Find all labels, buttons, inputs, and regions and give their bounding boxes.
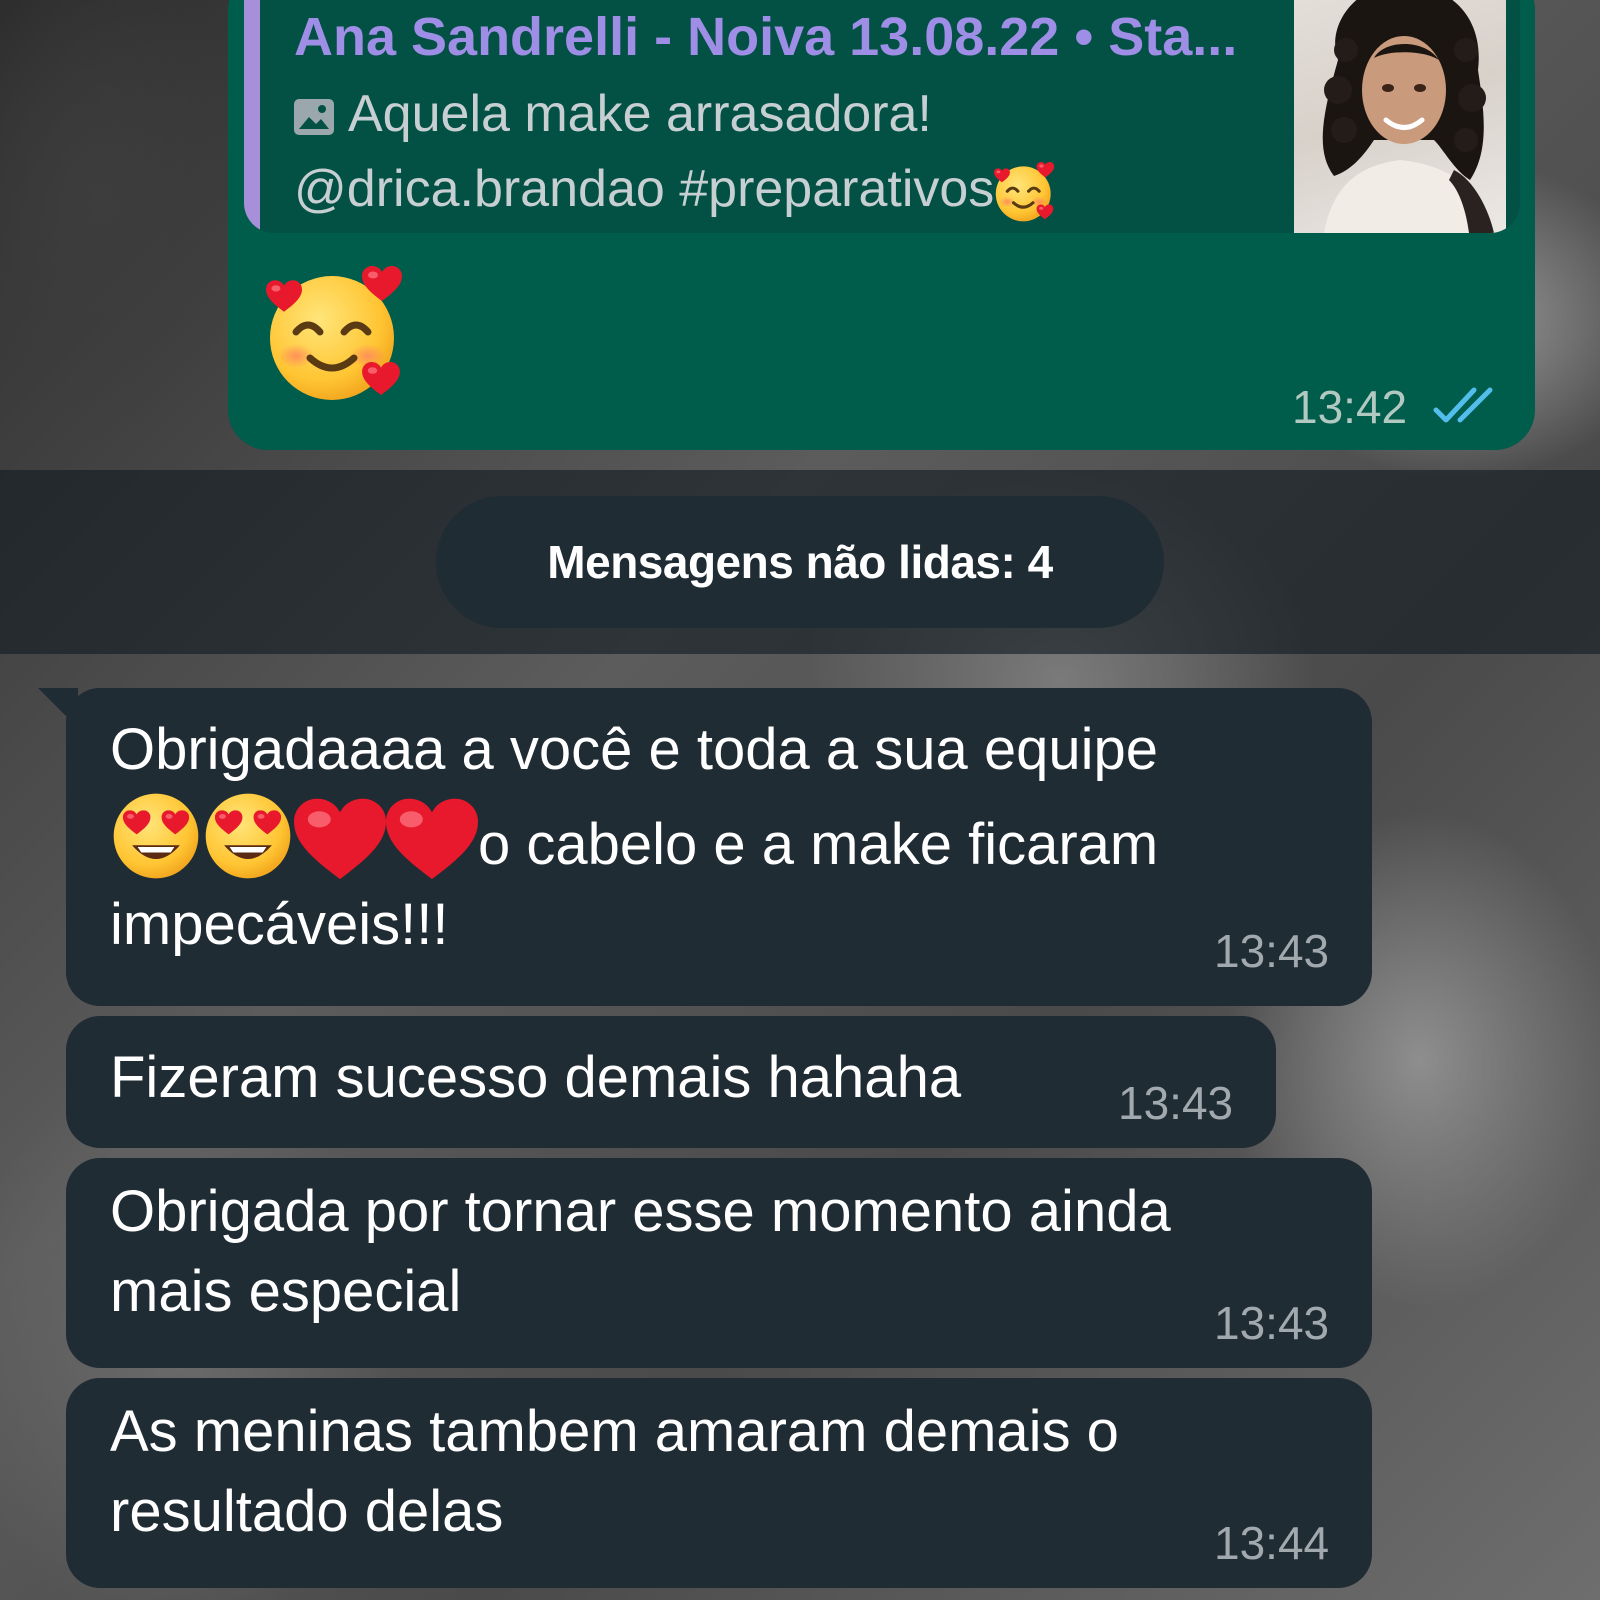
message-text-part-1: Obrigadaaaa a você e toda a sua equipe [110, 717, 1159, 782]
heart-eyes-emoji [202, 790, 294, 882]
message-timestamp: 13:44 [1214, 1517, 1330, 1569]
heart-eyes-emoji [110, 790, 202, 882]
reply-line-2: @drica.brandao #preparativos [294, 160, 995, 218]
incoming-message-bubble[interactable]: Obrigadaaaa a você e toda a sua equipe o… [66, 688, 1372, 1006]
smiling-face-with-hearts-emoji [266, 266, 406, 406]
message-line-2: resultado delas [110, 1479, 504, 1544]
outgoing-timestamp: 13:42 [1292, 381, 1408, 433]
unread-divider: Mensagens não lidas: 4 [436, 496, 1164, 628]
message-timestamp: 13:43 [1118, 1077, 1234, 1129]
reply-text: Aquela make arrasadora! @drica.brandao #… [294, 80, 1294, 224]
red-heart-emoji [386, 798, 478, 882]
message-text: Fizeram sucesso demais hahaha [110, 1045, 962, 1110]
reply-thumbnail[interactable] [1294, 0, 1506, 233]
incoming-message-bubble[interactable]: Fizeram sucesso demais hahaha 13:43 [66, 1016, 1276, 1148]
message-timestamp: 13:43 [1214, 1297, 1330, 1349]
incoming-message-bubble[interactable]: Obrigada por tornar esse momento ainda m… [66, 1158, 1372, 1368]
reply-line-1: Aquela make arrasadora! [348, 85, 932, 143]
message-text-part-2: o cabelo e a make ficaram [478, 812, 1159, 877]
message-line-2: mais especial [110, 1259, 462, 1324]
message-text: As meninas tambem amaram demais o result… [110, 1392, 1350, 1552]
quoted-status-reply[interactable]: Ana Sandrelli - Noiva 13.08.22 • Sta... … [244, 0, 1520, 233]
reply-accent-bar [244, 0, 260, 233]
unread-count-label: Mensagens não lidas: 4 [547, 536, 1053, 588]
message-text-part-3: impecáveis!!! [110, 892, 449, 957]
smiling-hearts-emoji-small [994, 162, 1056, 224]
message-line-1: As meninas tambem amaram demais o [110, 1399, 1119, 1464]
message-text: Obrigadaaaa a você e toda a sua equipe o… [110, 710, 1350, 965]
message-text: Obrigada por tornar esse momento ainda m… [110, 1172, 1350, 1332]
image-icon [294, 86, 334, 155]
incoming-message-bubble[interactable]: As meninas tambem amaram demais o result… [66, 1378, 1372, 1588]
double-check-read-icon [1433, 387, 1493, 423]
reply-author: Ana Sandrelli - Noiva 13.08.22 • Sta... [294, 7, 1238, 67]
message-timestamp: 13:43 [1214, 925, 1330, 977]
red-heart-emoji [294, 798, 386, 882]
message-line-1: Obrigada por tornar esse momento ainda [110, 1179, 1171, 1244]
